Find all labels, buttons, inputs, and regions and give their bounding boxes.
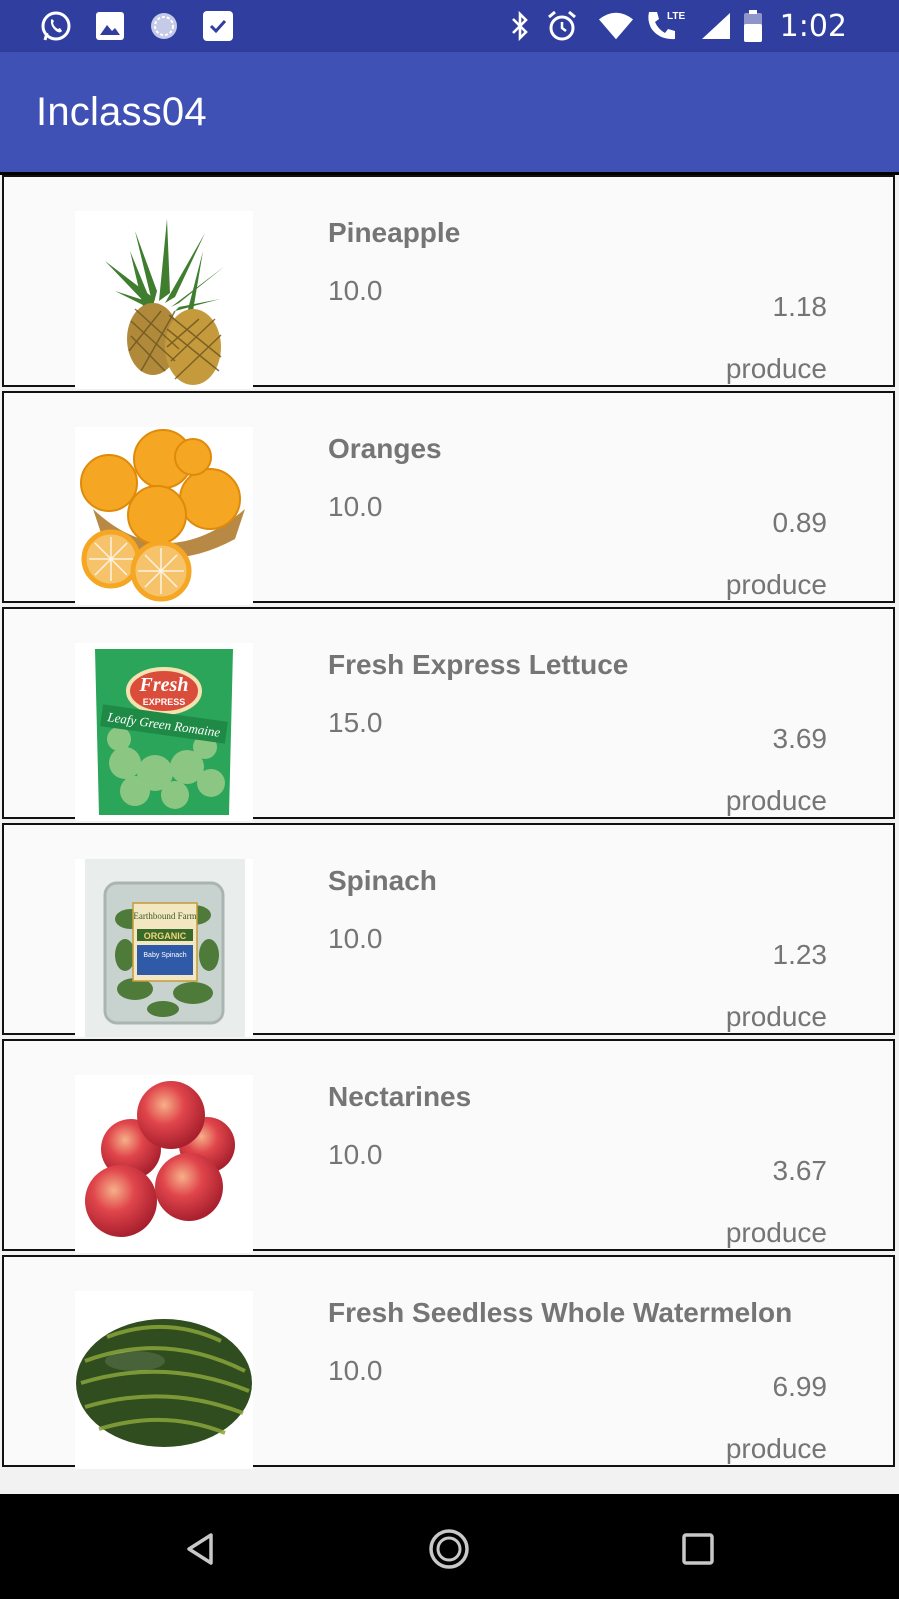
svg-text:ORGANIC: ORGANIC xyxy=(144,931,187,941)
product-row[interactable]: Fresh Seedless Whole Watermelon 10.0 6.9… xyxy=(2,1255,895,1469)
gallery-icon xyxy=(92,8,128,44)
home-icon[interactable] xyxy=(424,1524,474,1574)
svg-text:Baby Spinach: Baby Spinach xyxy=(143,952,186,959)
product-row[interactable]: Nectarines 10.0 3.67 produce xyxy=(2,1039,895,1253)
product-image-nectarines xyxy=(75,1075,253,1253)
svg-text:Earthbound Farm: Earthbound Farm xyxy=(133,911,196,921)
product-quantity: 10.0 xyxy=(328,1355,383,1386)
product-image-oranges xyxy=(75,427,253,605)
status-bar: LTE 1:02 xyxy=(0,0,899,52)
product-price: 0.89 xyxy=(772,507,828,538)
app-title: Inclass04 xyxy=(36,90,207,134)
status-time: 1:02 xyxy=(779,8,847,44)
product-row[interactable]: Pineapple 10.0 1.18 produce xyxy=(2,175,895,389)
product-name: Oranges xyxy=(328,433,442,464)
product-quantity: 15.0 xyxy=(328,707,383,738)
product-quantity: 10.0 xyxy=(328,1139,383,1170)
navigation-bar xyxy=(0,1494,899,1599)
product-price: 1.18 xyxy=(772,291,828,322)
product-name: Fresh Express Lettuce xyxy=(328,649,629,680)
product-image-pineapple xyxy=(75,211,253,389)
product-price: 1.23 xyxy=(772,939,828,970)
product-row[interactable]: Oranges 10.0 0.89 produce xyxy=(2,391,895,605)
notification-icons xyxy=(38,9,236,43)
product-row[interactable]: Earthbound Farm ORGANIC Baby Spinach Spi… xyxy=(2,823,895,1037)
product-image-watermelon xyxy=(75,1291,253,1469)
battery-icon xyxy=(740,8,766,44)
task-check-icon xyxy=(200,8,236,44)
app-bar: Inclass04 xyxy=(0,52,899,172)
bluetooth-icon xyxy=(502,8,538,44)
svg-text:EXPRESS: EXPRESS xyxy=(143,697,186,707)
wifi-icon xyxy=(598,8,634,44)
product-category: produce xyxy=(725,353,827,384)
product-category: produce xyxy=(725,785,827,816)
product-price: 3.69 xyxy=(772,723,828,754)
product-image-lettuce: Fresh EXPRESS Leafy Green Romaine xyxy=(75,643,253,821)
svg-text:Fresh: Fresh xyxy=(139,674,189,696)
recents-icon[interactable] xyxy=(673,1524,723,1574)
product-quantity: 10.0 xyxy=(328,923,383,954)
product-quantity: 10.0 xyxy=(328,275,383,306)
product-category: produce xyxy=(725,1001,827,1032)
system-icons: LTE 1:02 xyxy=(502,0,899,52)
product-price: 6.99 xyxy=(772,1371,828,1402)
product-quantity: 10.0 xyxy=(328,491,383,522)
product-name: Spinach xyxy=(328,865,437,896)
back-icon[interactable] xyxy=(176,1524,226,1574)
alarm-icon xyxy=(544,8,580,44)
product-category: produce xyxy=(725,1217,827,1248)
sync-icon xyxy=(146,8,182,44)
lte-call-icon: LTE xyxy=(644,8,688,44)
product-price: 3.67 xyxy=(772,1155,828,1186)
product-category: produce xyxy=(725,1433,827,1464)
product-name: Nectarines xyxy=(328,1081,472,1112)
product-row[interactable]: Fresh EXPRESS Leafy Green Romaine Fresh … xyxy=(2,607,895,821)
product-name: Fresh Seedless Whole Watermelon xyxy=(328,1297,793,1328)
product-list[interactable]: Pineapple 10.0 1.18 produce Oranges 10.0… xyxy=(0,175,899,1494)
product-image-spinach: Earthbound Farm ORGANIC Baby Spinach xyxy=(75,859,253,1037)
svg-text:LTE: LTE xyxy=(667,11,685,22)
whatsapp-icon xyxy=(38,8,74,44)
product-category: produce xyxy=(725,569,827,600)
product-name: Pineapple xyxy=(328,217,461,248)
signal-icon xyxy=(698,8,734,44)
